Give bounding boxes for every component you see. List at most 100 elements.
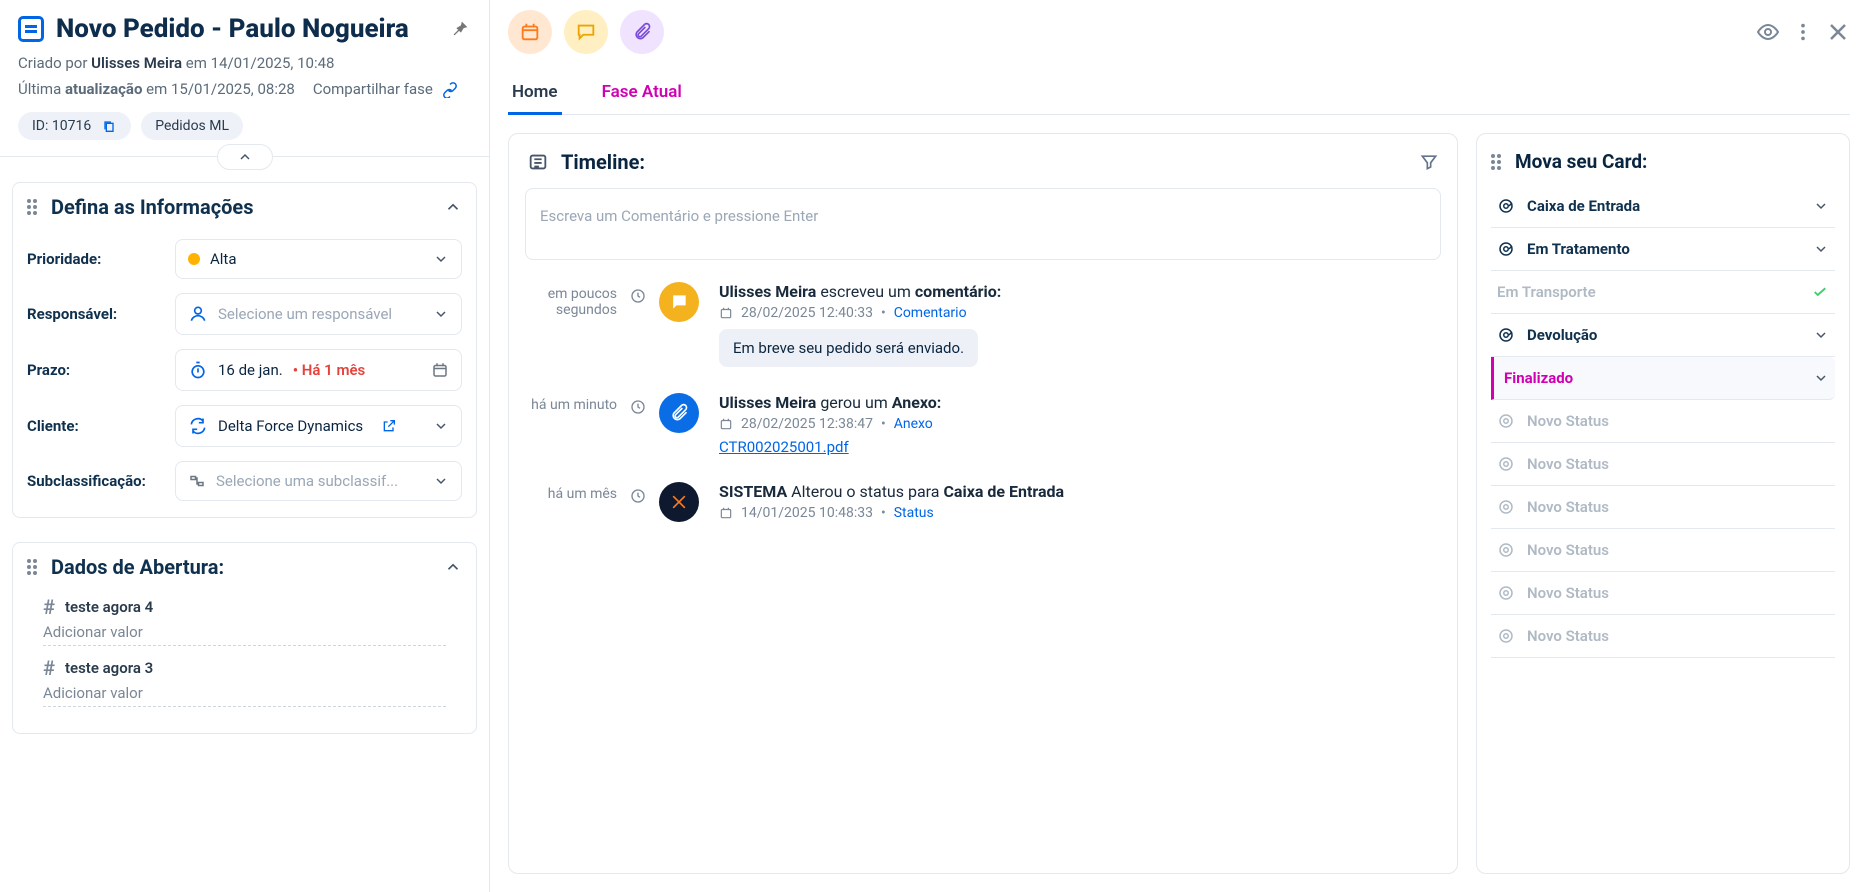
subclass-label: Subclassificação: bbox=[27, 472, 163, 490]
phase-inbox[interactable]: Caixa de Entrada bbox=[1491, 185, 1835, 228]
comment-input[interactable]: Escreva um Comentário e pressione Enter bbox=[525, 188, 1441, 260]
sync-icon bbox=[188, 416, 208, 436]
attachment-link[interactable]: CTR002025001.pdf bbox=[719, 438, 849, 456]
phase-new-status[interactable]: Novo Status bbox=[1491, 529, 1835, 572]
phase-finished[interactable]: Finalizado bbox=[1491, 357, 1835, 400]
timeline-tag[interactable]: Comentario bbox=[894, 305, 967, 321]
timeline-tag[interactable]: Status bbox=[894, 505, 934, 521]
chevron-up-icon[interactable] bbox=[444, 198, 462, 216]
comment-bubble: Em breve seu pedido será enviado. bbox=[719, 329, 978, 367]
copy-icon[interactable] bbox=[101, 118, 117, 134]
priority-dot-icon bbox=[188, 253, 200, 265]
timeline-when: em poucos segundos bbox=[523, 282, 617, 318]
target-icon bbox=[1497, 584, 1515, 602]
timeline-meta: 14/01/2025 10:48:33 • Status bbox=[719, 505, 1443, 521]
subclass-field[interactable]: Selecione uma subclassif... bbox=[175, 461, 462, 501]
target-icon bbox=[1497, 326, 1515, 344]
info-panel: Defina as Informações Prioridade: Alta R… bbox=[12, 182, 477, 518]
client-field[interactable]: Delta Force Dynamics bbox=[175, 405, 462, 447]
type-chip[interactable]: Pedidos ML bbox=[141, 112, 243, 140]
target-icon bbox=[1497, 627, 1515, 645]
client-value: Delta Force Dynamics bbox=[218, 417, 363, 435]
subclass-placeholder: Selecione uma subclassif... bbox=[216, 472, 398, 490]
info-panel-title: Defina as Informações bbox=[51, 195, 434, 219]
card-header: Novo Pedido - Paulo Nogueira Criado por … bbox=[0, 0, 489, 146]
priority-value: Alta bbox=[210, 250, 237, 268]
priority-label: Prioridade: bbox=[27, 250, 163, 268]
phase-treatment[interactable]: Em Tratamento bbox=[1491, 228, 1835, 271]
open-data-title: Dados de Abertura: bbox=[51, 555, 434, 579]
updated-line: Última atualização em 15/01/2025, 08:28 bbox=[18, 80, 295, 98]
calendar-icon[interactable] bbox=[431, 361, 449, 379]
calendar-icon bbox=[719, 506, 733, 520]
attachment-action-icon[interactable] bbox=[620, 10, 664, 54]
stopwatch-icon bbox=[188, 360, 208, 380]
chevron-up-icon bbox=[237, 149, 253, 165]
open-field-1: # teste agora 4 bbox=[43, 595, 446, 619]
eye-icon[interactable] bbox=[1756, 20, 1780, 44]
timeline-panel: Timeline: Escreva um Comentário e pressi… bbox=[508, 133, 1458, 874]
system-avatar-icon bbox=[659, 482, 699, 522]
kebab-icon[interactable] bbox=[1792, 21, 1814, 43]
deadline-field[interactable]: 16 de jan. • Há 1 mês bbox=[175, 349, 462, 391]
timeline-title: Timeline: bbox=[561, 150, 1407, 174]
comment-action-icon[interactable] bbox=[564, 10, 608, 54]
pin-icon[interactable] bbox=[449, 18, 471, 40]
phase-return[interactable]: Devolução bbox=[1491, 314, 1835, 357]
collapse-header-button[interactable] bbox=[217, 144, 273, 170]
phase-new-status[interactable]: Novo Status bbox=[1491, 572, 1835, 615]
list-icon bbox=[527, 151, 549, 173]
timeline-when: há um minuto bbox=[523, 393, 617, 413]
responsible-label: Responsável: bbox=[27, 305, 163, 323]
card-type-icon bbox=[18, 16, 44, 42]
timeline-headline: Ulisses Meira escreveu um comentário: bbox=[719, 282, 1443, 301]
share-phase[interactable]: Compartilhar fase bbox=[313, 80, 459, 98]
chevron-down-icon bbox=[433, 418, 449, 434]
person-icon bbox=[188, 304, 208, 324]
clock-icon bbox=[630, 488, 646, 504]
timeline-item: em poucos segundos Ulisses Meira escreve… bbox=[523, 282, 1443, 367]
chevron-down-icon bbox=[433, 473, 449, 489]
timeline-when: há um mês bbox=[523, 482, 617, 502]
target-icon bbox=[1497, 541, 1515, 559]
responsible-placeholder: Selecione um responsável bbox=[218, 305, 392, 323]
created-line: Criado por Ulisses Meira em 14/01/2025, … bbox=[18, 54, 471, 72]
phase-new-status[interactable]: Novo Status bbox=[1491, 486, 1835, 529]
chevron-up-icon[interactable] bbox=[444, 558, 462, 576]
filter-icon[interactable] bbox=[1419, 152, 1439, 172]
external-link-icon[interactable] bbox=[381, 418, 397, 434]
timeline-tag[interactable]: Anexo bbox=[894, 416, 933, 432]
phase-new-status[interactable]: Novo Status bbox=[1491, 615, 1835, 658]
responsible-field[interactable]: Selecione um responsável bbox=[175, 293, 462, 335]
deadline-value: 16 de jan. bbox=[218, 361, 283, 379]
add-value-2[interactable]: Adicionar valor bbox=[43, 684, 446, 707]
close-icon[interactable] bbox=[1826, 20, 1850, 44]
clock-icon bbox=[630, 399, 646, 415]
deadline-label: Prazo: bbox=[27, 361, 163, 379]
target-icon bbox=[1497, 240, 1515, 258]
tab-home[interactable]: Home bbox=[508, 72, 562, 114]
phase-new-status[interactable]: Novo Status bbox=[1491, 400, 1835, 443]
target-icon bbox=[1497, 412, 1515, 430]
phase-transport: Em Transporte bbox=[1491, 271, 1835, 314]
tab-current-phase[interactable]: Fase Atual bbox=[598, 72, 686, 114]
drag-handle-icon[interactable] bbox=[27, 559, 41, 575]
timeline-meta: 28/02/2025 12:40:33 • Comentario bbox=[719, 305, 1443, 321]
chevron-down-icon bbox=[1813, 241, 1829, 257]
priority-field[interactable]: Alta bbox=[175, 239, 462, 279]
phase-new-status[interactable]: Novo Status bbox=[1491, 443, 1835, 486]
id-chip[interactable]: ID: 10716 bbox=[18, 112, 131, 140]
add-value-1[interactable]: Adicionar valor bbox=[43, 623, 446, 646]
timeline-headline: SISTEMA Alterou o status para Caixa de E… bbox=[719, 482, 1443, 501]
move-card-title: Mova seu Card: bbox=[1515, 150, 1647, 173]
target-icon bbox=[1497, 498, 1515, 516]
calendar-action-icon[interactable] bbox=[508, 10, 552, 54]
drag-handle-icon[interactable] bbox=[1491, 154, 1505, 170]
target-icon bbox=[1497, 197, 1515, 215]
drag-handle-icon[interactable] bbox=[27, 199, 41, 215]
clock-icon bbox=[630, 288, 646, 304]
chevron-down-icon bbox=[1813, 370, 1829, 386]
collapse-header bbox=[0, 144, 489, 170]
timeline-headline: Ulisses Meira gerou um Anexo: bbox=[719, 393, 1443, 412]
calendar-icon bbox=[719, 417, 733, 431]
